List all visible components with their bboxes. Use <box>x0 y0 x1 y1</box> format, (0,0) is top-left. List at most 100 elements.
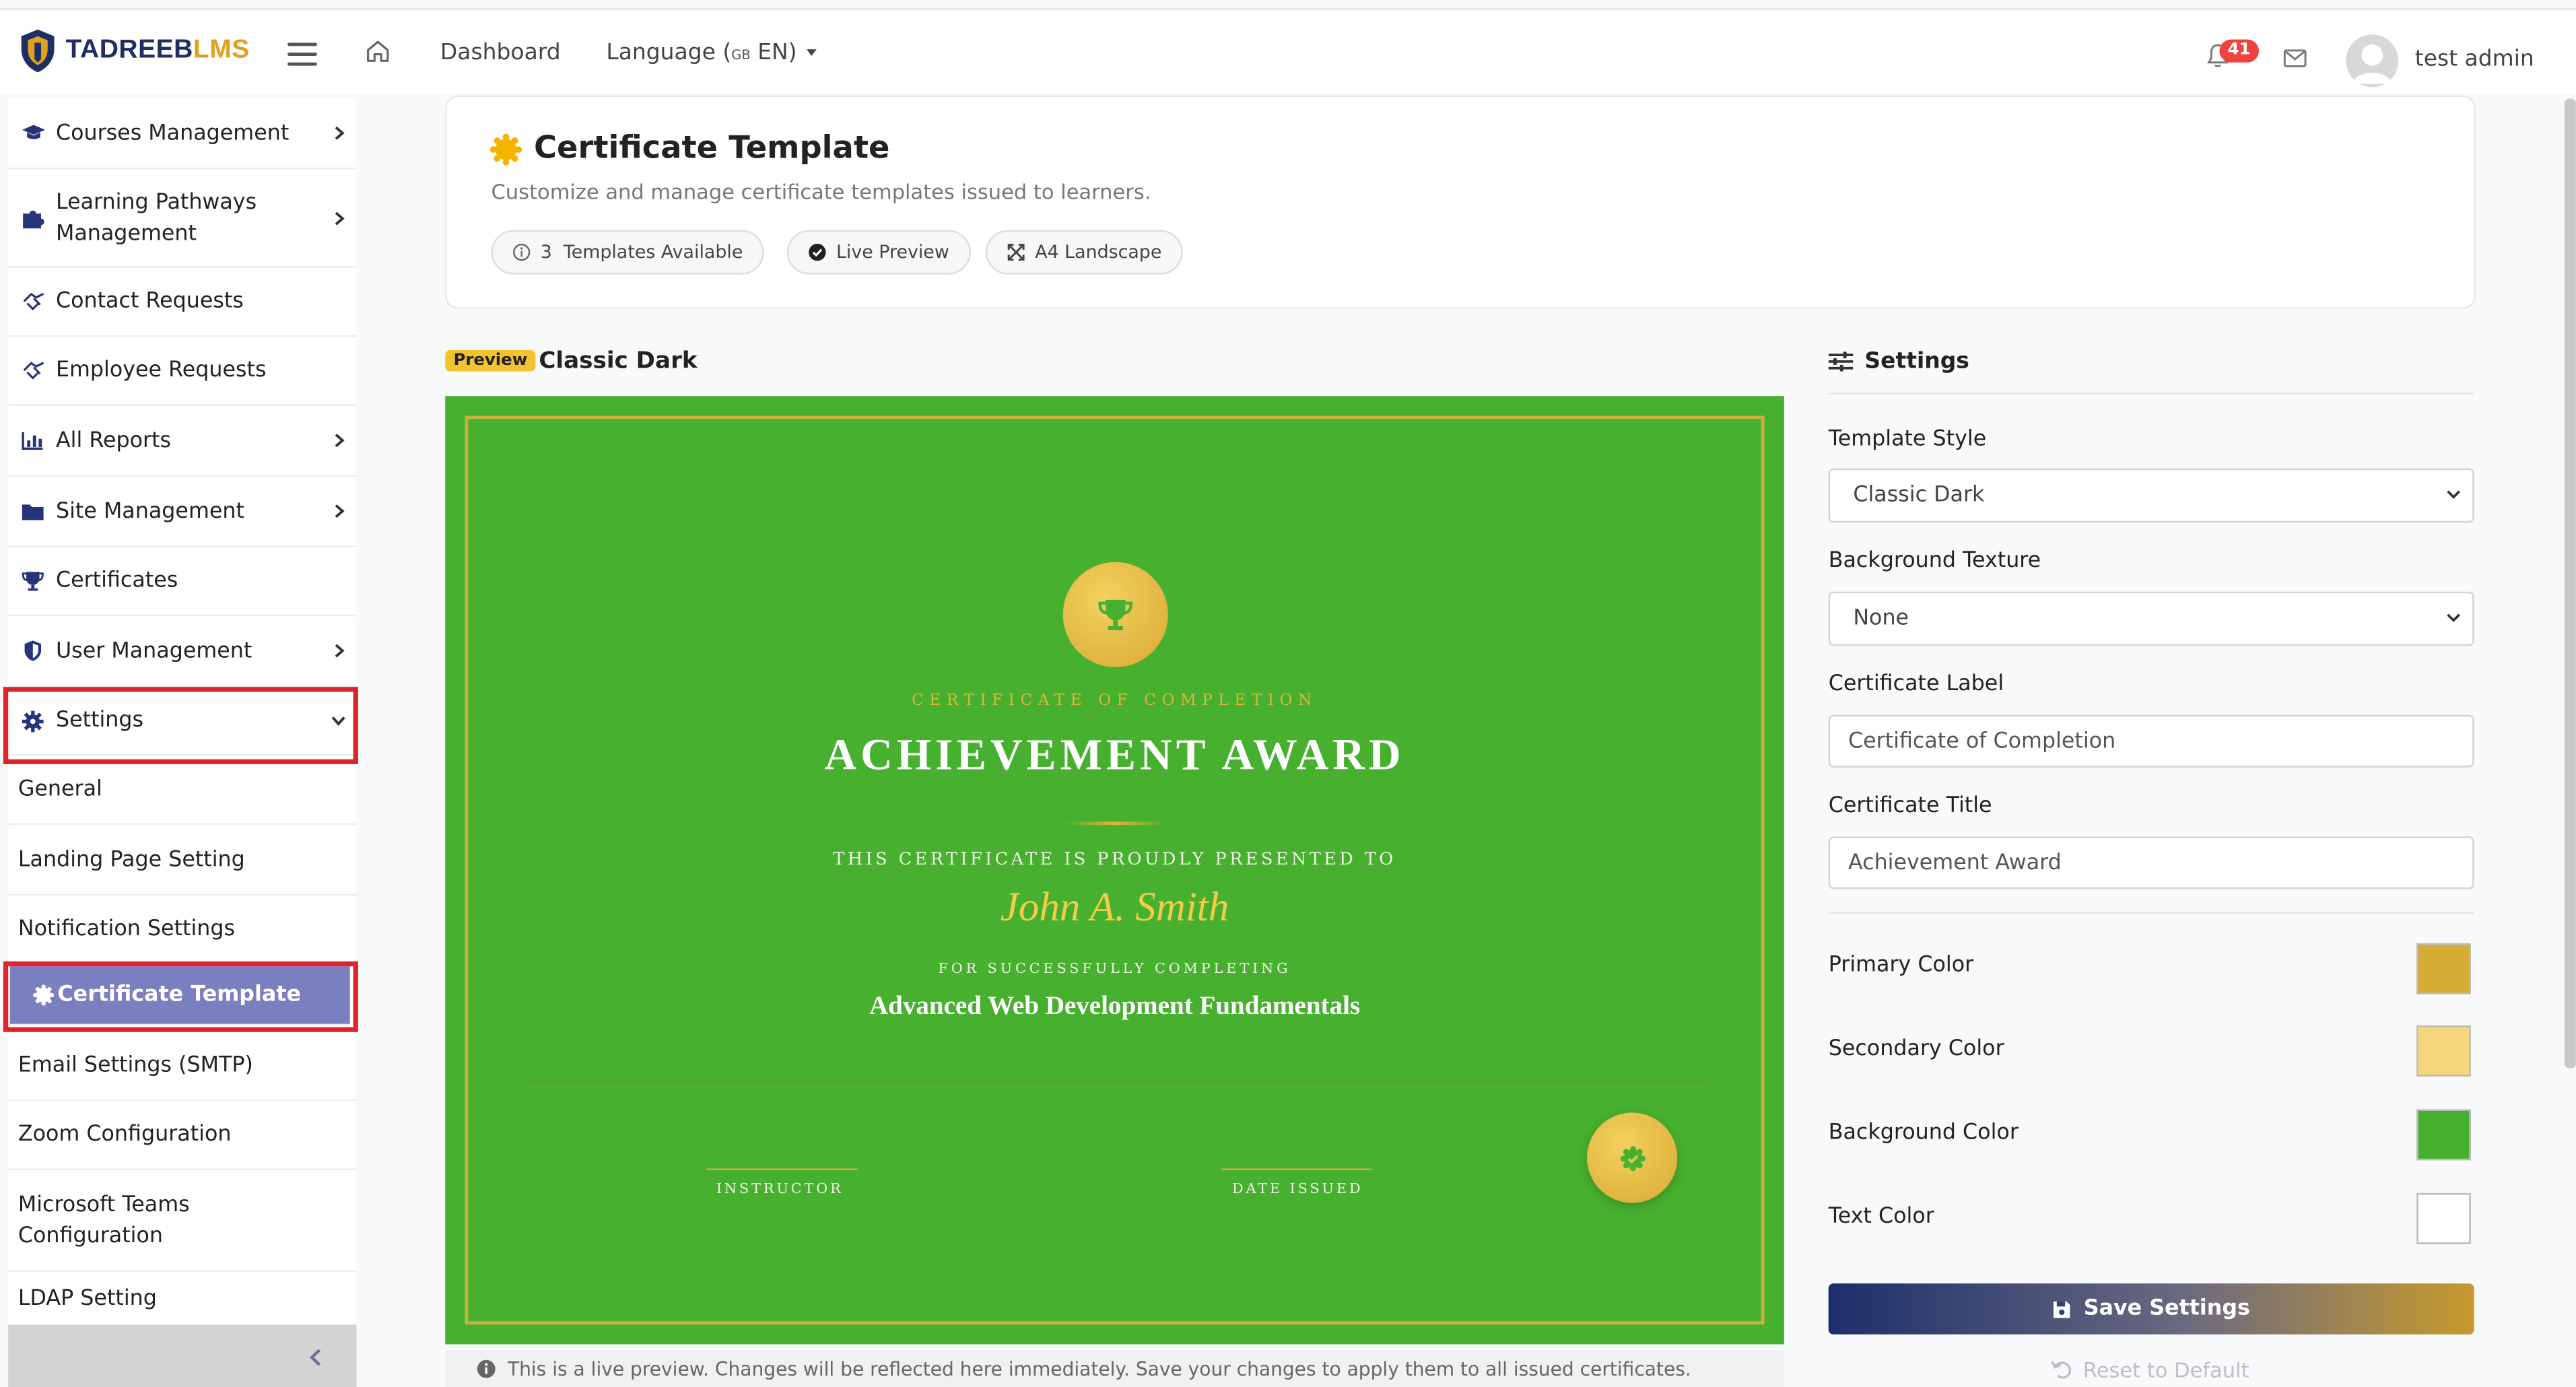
background-color-picker[interactable] <box>2416 1109 2471 1161</box>
page-title: Certificate Template <box>534 129 890 166</box>
certificate-label-input[interactable] <box>1828 714 2474 768</box>
sidebar-subitem-label: LDAP Setting <box>18 1285 157 1311</box>
live-preview-note-text: This is a live preview. Changes will be … <box>507 1357 1691 1381</box>
certificate-title-input[interactable] <box>1828 836 2474 889</box>
text-color-picker[interactable] <box>2416 1193 2471 1244</box>
sidebar-item-employee-requests[interactable]: Employee Requests <box>8 337 357 406</box>
hamburger-menu-icon[interactable] <box>287 42 317 66</box>
undo-icon <box>2051 1361 2072 1379</box>
chevron-right-icon <box>320 503 357 519</box>
sidebar-subitem-label: General <box>18 777 102 803</box>
secondary-color-label: Secondary Color <box>1828 1037 2004 1062</box>
instructor-signature-line <box>706 1168 858 1170</box>
settings-heading-text: Settings <box>1864 348 1969 375</box>
page-subtitle: Customize and manage certificate templat… <box>491 179 1151 204</box>
user-name[interactable]: test admin <box>2415 46 2534 72</box>
sidebar-item-site-management[interactable]: Site Management <box>8 477 357 547</box>
reset-to-default-button[interactable]: Reset to Default <box>2050 1357 2249 1382</box>
background-texture-label: Background Texture <box>1828 549 2041 574</box>
background-texture-select[interactable]: None <box>1828 591 2474 646</box>
puzzle-icon <box>16 206 49 229</box>
handshake-icon <box>16 360 49 382</box>
check-circle-icon <box>809 243 826 261</box>
background-texture-value: None <box>1853 606 1909 632</box>
sidebar-item-settings[interactable]: Settings <box>8 687 357 756</box>
badge-icon <box>31 984 54 1006</box>
sidebar-item-user-management[interactable]: User Management <box>8 616 357 687</box>
save-settings-button[interactable]: Save Settings <box>1828 1283 2474 1334</box>
text-color-label: Text Color <box>1828 1205 1934 1229</box>
graduation-cap-icon <box>16 123 49 143</box>
primary-color-label: Primary Color <box>1828 953 1974 978</box>
sidebar-subitem-zoom-configuration[interactable]: Zoom Configuration <box>8 1101 357 1170</box>
sidebar-subitem-landing-page[interactable]: Landing Page Setting <box>8 825 357 896</box>
bar-chart-icon <box>16 430 49 450</box>
sidebar-item-label: Settings <box>55 708 144 733</box>
certificate-presented-to: THIS CERTIFICATE IS PROUDLY PRESENTED TO <box>833 849 1396 870</box>
info-icon <box>513 243 531 261</box>
sidebar-item-learning-pathways[interactable]: Learning Pathways Management <box>8 169 357 268</box>
page-scrollbar[interactable] <box>2564 98 2576 1069</box>
background-color-label: Background Color <box>1828 1120 2019 1146</box>
live-preview-note: This is a live preview. Changes will be … <box>445 1351 1784 1387</box>
certificate-for-completing: FOR SUCCESSFULLY COMPLETING <box>938 961 1291 978</box>
pill-label: 3 Templates Available <box>540 241 743 263</box>
sidebar-subitem-teams-configuration[interactable]: Microsoft Teams Configuration <box>8 1170 357 1273</box>
a4-landscape-pill: A4 Landscape <box>986 230 1184 275</box>
preview-template-name: Classic Dark <box>539 348 698 375</box>
mail-icon[interactable] <box>2283 49 2307 67</box>
sidebar-subitem-label: Zoom Configuration <box>18 1122 232 1147</box>
sidebar-item-label: All Reports <box>55 428 172 453</box>
language-dropdown[interactable]: Language (GB EN) <box>606 40 817 66</box>
brand-logo[interactable]: TADREEBLMS <box>20 28 249 73</box>
templates-available-pill: 3 Templates Available <box>491 230 765 275</box>
trophy-icon <box>16 570 49 592</box>
sidebar-item-certificates[interactable]: Certificates <box>8 547 357 617</box>
sliders-icon <box>1828 351 1854 372</box>
template-style-value: Classic Dark <box>1853 483 1985 508</box>
sidebar-subitem-ldap-setting[interactable]: LDAP Setting <box>8 1272 356 1324</box>
secondary-color-picker[interactable] <box>2416 1025 2471 1077</box>
sidebar-item-all-reports[interactable]: All Reports <box>8 406 357 477</box>
certificate-border <box>465 415 1765 1325</box>
trophy-icon <box>1098 599 1133 631</box>
badge-icon <box>489 133 522 166</box>
date-signature-line <box>1220 1168 1372 1170</box>
chevron-right-icon <box>320 209 357 226</box>
language-flag: GB <box>731 47 751 63</box>
chevron-down-icon <box>2447 490 2460 499</box>
instructor-label: INSTRUCTOR <box>716 1181 844 1198</box>
dashboard-link[interactable]: Dashboard <box>440 40 561 66</box>
chevron-left-icon <box>309 1349 321 1366</box>
certificate-divider <box>522 1086 1709 1088</box>
certificate-recipient: John A. Smith <box>1000 885 1229 931</box>
certificate-title-label: Certificate Title <box>1828 793 1992 819</box>
chevron-down-icon <box>2447 613 2460 622</box>
top-navbar: TADREEBLMS Dashboard Language (GB EN) 41… <box>0 8 2576 94</box>
notification-count-badge: 41 <box>2219 39 2259 63</box>
sidebar-item-courses-management[interactable]: Courses Management <box>8 98 357 170</box>
home-icon[interactable] <box>365 38 391 64</box>
settings-heading: Settings <box>1828 348 1969 375</box>
sidebar-subitem-certificate-template[interactable]: Certificate Template <box>9 966 350 1026</box>
sidebar-subitem-email-settings[interactable]: Email Settings (SMTP) <box>8 1032 357 1102</box>
folder-icon <box>16 502 49 520</box>
sidebar-subitem-notification-settings[interactable]: Notification Settings <box>8 895 357 965</box>
certificate-title-rule <box>1064 821 1167 825</box>
sidebar-item-label: Courses Management <box>55 121 290 146</box>
info-icon <box>477 1359 496 1378</box>
sidebar-subitem-label: Notification Settings <box>18 916 236 942</box>
primary-color-picker[interactable] <box>2416 943 2471 994</box>
app-window: TADREEBLMS Dashboard Language (GB EN) 41… <box>0 0 2576 1387</box>
sidebar-collapse-button[interactable] <box>8 1324 357 1387</box>
expand-icon <box>1007 244 1025 261</box>
brand-name: TADREEBLMS <box>66 36 250 66</box>
template-style-select[interactable]: Classic Dark <box>1828 468 2474 523</box>
reset-to-default-label: Reset to Default <box>2082 1357 2249 1382</box>
sidebar-subitem-general[interactable]: General <box>8 756 357 825</box>
sidebar-item-contact-requests[interactable]: Contact Requests <box>8 268 357 337</box>
sidebar-subitem-label: Landing Page Setting <box>18 847 245 872</box>
certificate-seal <box>1587 1112 1678 1203</box>
avatar[interactable] <box>2346 34 2399 88</box>
certificate-course: Advanced Web Development Fundamentals <box>869 992 1361 1021</box>
